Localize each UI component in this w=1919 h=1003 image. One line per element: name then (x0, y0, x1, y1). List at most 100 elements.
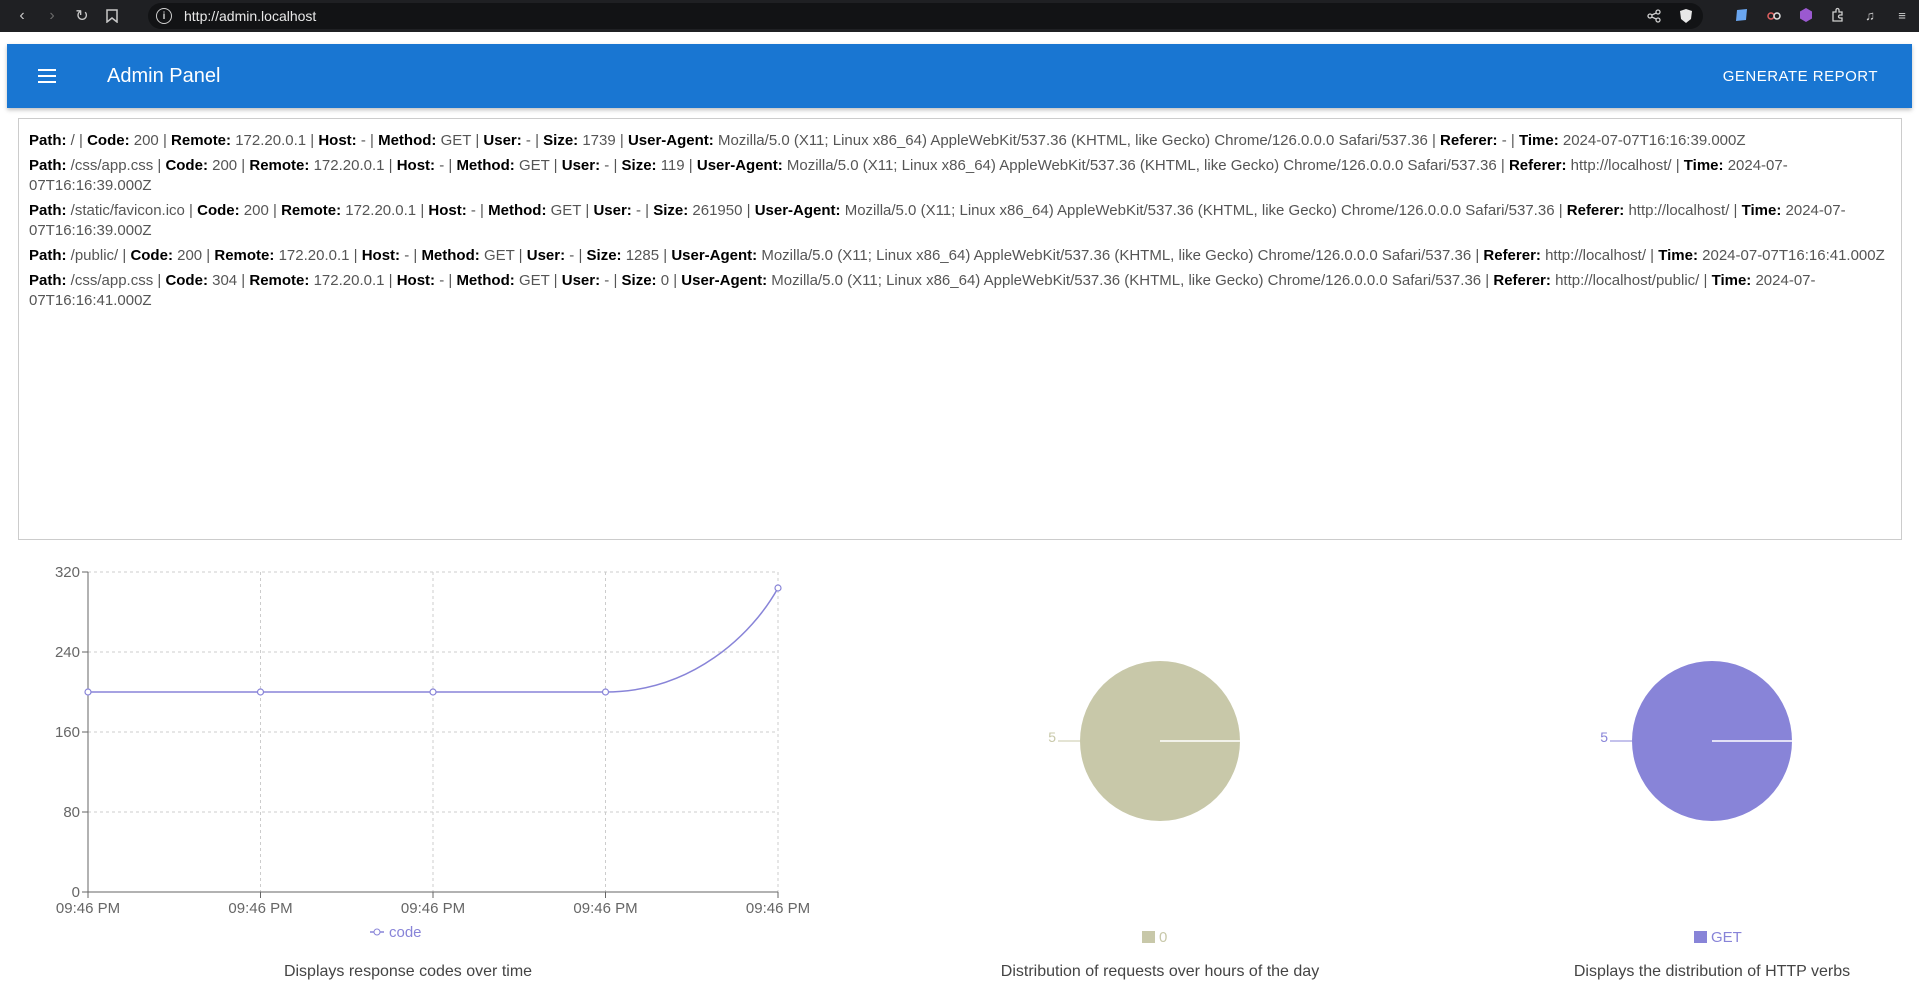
y-tick-label: 0 (72, 884, 80, 901)
log-field-value: 2024-07-07T16:16:41.000Z (1702, 247, 1885, 264)
log-field-label: Referer: (1508, 157, 1567, 174)
url-text[interactable]: http://admin.localhost (184, 8, 316, 24)
log-field-label: Size: (543, 132, 579, 149)
log-field-value: - (604, 157, 610, 174)
log-field-label: Code: (87, 132, 130, 149)
extension-icon-1[interactable] (1733, 6, 1751, 24)
log-field-label: User: (483, 132, 522, 149)
browser-toolbar: ‹ › ↻ i http://admin.localhost ♫ ≡ (0, 0, 1919, 32)
legend-label: 0 (1159, 929, 1167, 946)
log-field-value: 119 (660, 157, 685, 174)
log-field-value: http://localhost/ (1628, 202, 1730, 219)
log-field-label: Method: (488, 202, 547, 219)
x-tick-label: 09:46 PM (573, 900, 637, 917)
log-field-value: 0 (660, 272, 670, 289)
log-field-label: User-Agent: (696, 157, 783, 174)
log-field-label: User: (561, 272, 601, 289)
log-field-value: 200 (133, 132, 159, 149)
log-entry: Path: /css/app.css | Code: 304 | Remote:… (29, 272, 1816, 309)
log-field-value: - (470, 202, 476, 219)
log-field-label: Path: (29, 272, 67, 289)
log-field-value: 172.20.0.1 (345, 202, 417, 219)
share-icon[interactable] (1645, 7, 1663, 25)
log-field-label: Remote: (249, 157, 310, 174)
info-icon[interactable]: i (156, 8, 172, 24)
log-field-value: GET (518, 157, 550, 174)
log-field-value: Mozilla/5.0 (X11; Linux x86_64) AppleWeb… (786, 157, 1497, 174)
log-field-label: User: (561, 157, 601, 174)
log-field-value: 172.20.0.1 (313, 157, 385, 174)
back-icon[interactable]: ‹ (8, 2, 36, 30)
log-field-value: / (70, 132, 75, 149)
log-field-label: Code: (197, 202, 240, 219)
x-tick-label: 09:46 PM (746, 900, 810, 917)
log-field-value: - (360, 132, 366, 149)
hours-pie-chart: 50 (1048, 661, 1240, 946)
legend-swatch-icon (1694, 931, 1707, 943)
line-chart-caption: Displays response codes over time (283, 963, 533, 980)
log-field-label: Referer: (1483, 247, 1541, 264)
extension-icon-2[interactable] (1765, 6, 1783, 24)
log-field-value: 1285 (625, 247, 660, 264)
log-field-label: Path: (29, 157, 67, 174)
legend-swatch-icon (1142, 931, 1155, 943)
log-field-value: 172.20.0.1 (235, 132, 307, 149)
y-tick-label: 320 (55, 564, 80, 581)
log-field-label: Size: (621, 272, 657, 289)
log-field-label: User: (526, 247, 566, 264)
y-tick-label: 160 (55, 724, 80, 741)
pie-value-label: 5 (1600, 729, 1608, 745)
log-field-label: Remote: (171, 132, 232, 149)
log-field-label: Code: (130, 247, 173, 264)
log-entry: Path: /css/app.css | Code: 200 | Remote:… (29, 157, 1788, 194)
log-field-label: User: (593, 202, 632, 219)
app-header: Admin Panel GENERATE REPORT (7, 44, 1912, 108)
log-field-label: Method: (378, 132, 437, 149)
log-field-value: http://localhost/ (1545, 247, 1646, 264)
menu-icon[interactable]: ≡ (1893, 6, 1911, 24)
log-field-value: 304 (212, 272, 238, 289)
log-field-value: GET (440, 132, 472, 149)
request-log-panel: Path: / | Code: 200 | Remote: 172.20.0.1… (18, 118, 1902, 540)
log-field-label: Method: (456, 272, 515, 289)
log-field-value: - (1501, 132, 1507, 149)
data-point (84, 688, 92, 696)
http-verbs-pie-caption: Displays the distribution of HTTP verbs (1573, 963, 1851, 980)
data-point (429, 688, 437, 696)
log-field-value: 261950 (692, 202, 743, 219)
log-field-value: /static/favicon.ico (70, 202, 185, 219)
data-point (774, 584, 782, 592)
log-field-value: GET (483, 247, 515, 264)
log-field-label: User-Agent: (754, 202, 841, 219)
log-field-label: Host: (318, 132, 357, 149)
hamburger-menu-icon[interactable] (23, 52, 71, 100)
extension-icon-3[interactable] (1797, 6, 1815, 24)
data-point (256, 688, 265, 696)
log-entry: Path: /static/favicon.ico | Code: 200 | … (29, 202, 1846, 239)
log-field-value: Mozilla/5.0 (X11; Linux x86_64) AppleWeb… (717, 132, 1428, 149)
app-title: Admin Panel (107, 64, 221, 87)
log-field-label: Remote: (249, 272, 310, 289)
log-field-label: Referer: (1566, 202, 1625, 219)
log-field-value: 172.20.0.1 (313, 272, 385, 289)
forward-icon[interactable]: › (38, 2, 66, 30)
log-field-label: Time: (1741, 202, 1782, 219)
generate-report-button[interactable]: GENERATE REPORT (1713, 58, 1888, 94)
log-field-label: Method: (421, 247, 480, 264)
log-field-label: Referer: (1440, 132, 1498, 149)
brave-shield-icon[interactable] (1677, 7, 1695, 25)
address-bar[interactable]: i http://admin.localhost (148, 3, 1703, 29)
log-field-value: - (439, 272, 445, 289)
log-field-value: - (604, 272, 610, 289)
reload-icon[interactable]: ↻ (68, 2, 96, 30)
puzzle-icon[interactable] (1829, 6, 1847, 24)
log-field-value: - (439, 157, 445, 174)
log-field-label: Time: (1683, 157, 1724, 174)
y-tick-label: 80 (63, 804, 80, 821)
charts-section: 0 80 160 240 320 09:46 PM 09:46 PM 09:46 PM 09:4… (0, 555, 1919, 1003)
legend-label: GET (1711, 929, 1742, 946)
x-tick-label: 09:46 PM (401, 900, 465, 917)
data-point (601, 688, 610, 696)
bookmark-icon[interactable] (98, 2, 126, 30)
music-icon[interactable]: ♫ (1861, 6, 1879, 24)
